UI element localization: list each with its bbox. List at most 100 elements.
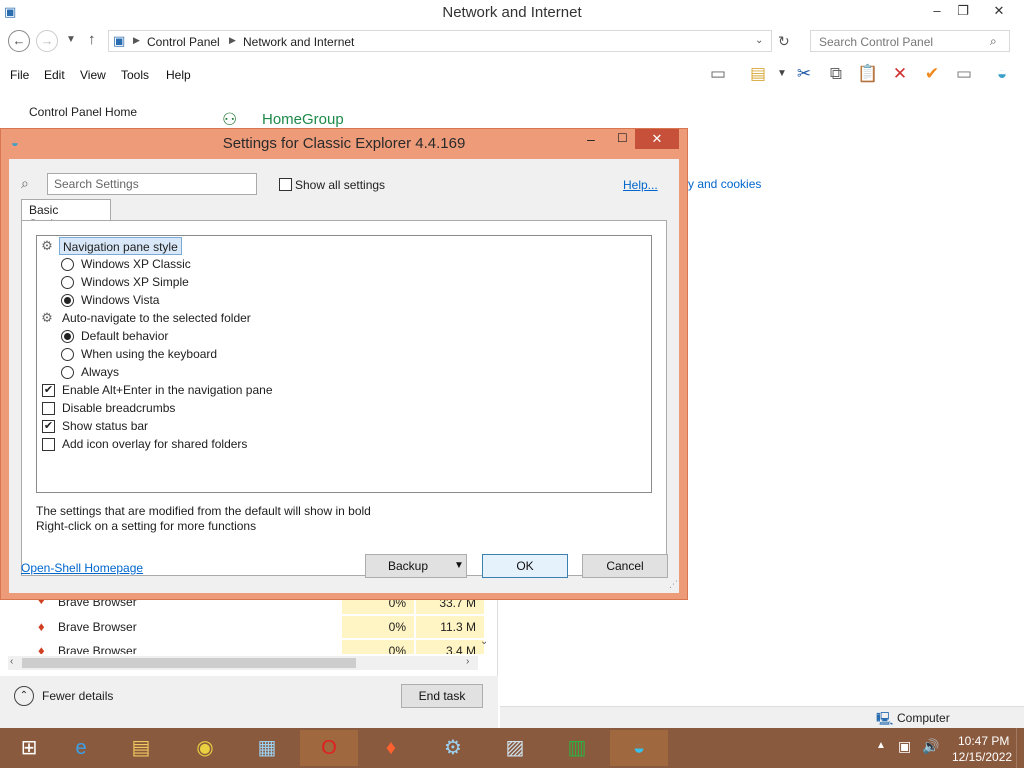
- show-desktop-button[interactable]: [1016, 728, 1024, 768]
- search-settings-input[interactable]: Search Settings: [47, 173, 257, 195]
- info-text-line2: Right-click on a setting for more functi…: [36, 519, 257, 533]
- vista-radio[interactable]: [61, 294, 74, 307]
- scroll-right-icon[interactable]: ›: [466, 656, 469, 667]
- recent-pages-chevron-icon[interactable]: ▼: [66, 34, 76, 45]
- search-input[interactable]: Search Control Panel: [810, 30, 1010, 52]
- address-bar: ← → ▼ ↑ ▣ ▶ Control Panel ▶ Network and …: [0, 28, 1024, 56]
- network-settings-icon[interactable]: ⚙: [424, 730, 482, 766]
- forward-button[interactable]: →: [36, 30, 58, 52]
- breadcrumb-control-panel[interactable]: Control Panel: [147, 35, 220, 49]
- breadcrumb-separator-icon: ▶: [229, 35, 236, 45]
- backup-dropdown-icon[interactable]: ▼: [454, 555, 464, 577]
- status-bar: 🖳 Computer: [500, 706, 1024, 728]
- keyboard-label: When using the keyboard: [81, 347, 218, 361]
- copy-icon[interactable]: ⧉: [824, 62, 848, 86]
- always-radio[interactable]: [61, 366, 74, 379]
- control-panel-home-link[interactable]: Control Panel Home: [29, 105, 137, 119]
- tab-basic-settings[interactable]: Basic Settings: [21, 199, 111, 231]
- cookies-link[interactable]: y and cookies: [688, 177, 761, 191]
- options-dropdown-chevron-icon[interactable]: ▼: [770, 62, 794, 86]
- search-icon[interactable]: ⌕: [990, 34, 997, 49]
- paste-icon[interactable]: 📋: [856, 62, 880, 86]
- settings-gear-icon: ⚙: [41, 310, 53, 325]
- table-row[interactable]: ♦ Brave Browser 0% 11.3 M: [8, 616, 488, 638]
- xp-classic-radio[interactable]: [61, 258, 74, 271]
- classic-shell-icon[interactable]: ◒: [610, 730, 668, 766]
- backup-button[interactable]: Backup ▼: [365, 554, 467, 578]
- menu-view[interactable]: View: [80, 68, 106, 82]
- menu-help[interactable]: Help: [166, 68, 191, 82]
- store-icon[interactable]: ▥: [548, 730, 606, 766]
- info-text-line1: The settings that are modified from the …: [36, 504, 371, 518]
- address-dropdown-chevron-icon[interactable]: ⌄: [755, 35, 763, 46]
- menu-edit[interactable]: Edit: [44, 68, 65, 82]
- menu-file[interactable]: File: [10, 68, 29, 82]
- settings-list: ⚙ Navigation pane style Windows XP Class…: [36, 235, 652, 493]
- cancel-button[interactable]: Cancel: [582, 554, 668, 578]
- nav-pane-style-item[interactable]: Navigation pane style: [59, 237, 182, 255]
- menu-tools[interactable]: Tools: [121, 68, 149, 82]
- default-behavior-label: Default behavior: [81, 329, 169, 343]
- cpu-value: 0%: [342, 640, 414, 654]
- minimize-button[interactable]: –: [587, 131, 595, 147]
- up-arrow-icon[interactable]: ↑: [88, 31, 96, 48]
- close-button[interactable]: ✕: [984, 0, 1014, 22]
- opera-icon[interactable]: O: [300, 730, 358, 766]
- end-task-button[interactable]: End task: [401, 684, 483, 708]
- open-shell-homepage-link[interactable]: Open-Shell Homepage: [21, 561, 143, 575]
- maximize-button[interactable]: ☐: [617, 131, 628, 145]
- task-manager-footer: ⌃ Fewer details End task: [0, 676, 498, 728]
- task-manager-icon[interactable]: ▨: [486, 730, 544, 766]
- show-status-bar-checkbox[interactable]: ✔: [42, 420, 55, 433]
- clock-date[interactable]: 12/15/2022: [952, 750, 1012, 764]
- back-button[interactable]: ←: [8, 30, 30, 52]
- scroll-down-chevron-icon[interactable]: ⌄: [480, 636, 488, 647]
- process-name: Brave Browser: [58, 644, 137, 654]
- folder-options-icon[interactable]: ▤: [746, 62, 770, 86]
- cut-icon[interactable]: ✂: [792, 62, 816, 86]
- scroll-left-icon[interactable]: ‹: [10, 656, 13, 667]
- checkmark-icon[interactable]: ✔: [920, 62, 944, 86]
- alt-enter-checkbox[interactable]: ✔: [42, 384, 55, 397]
- properties-icon[interactable]: ▭: [952, 62, 976, 86]
- chrome-icon[interactable]: ◉: [176, 730, 234, 766]
- default-behavior-radio[interactable]: [61, 330, 74, 343]
- file-explorer-icon[interactable]: ▤: [112, 730, 170, 766]
- preview-pane-icon[interactable]: ▭: [706, 62, 730, 86]
- keyboard-radio[interactable]: [61, 348, 74, 361]
- restore-button[interactable]: ❐: [948, 0, 978, 22]
- breadcrumb-network[interactable]: Network and Internet: [243, 35, 354, 49]
- scrollbar-thumb[interactable]: [22, 658, 356, 668]
- volume-icon[interactable]: 🔊: [922, 738, 939, 755]
- tray-expand-chevron-icon[interactable]: ▲: [876, 740, 886, 751]
- icon-overlay-label: Add icon overlay for shared folders: [62, 437, 248, 451]
- control-panel-icon[interactable]: ▦: [238, 730, 296, 766]
- address-box[interactable]: ▣ ▶ Control Panel ▶ Network and Internet…: [108, 30, 772, 52]
- auto-navigate-item[interactable]: Auto-navigate to the selected folder: [62, 309, 251, 327]
- table-row[interactable]: ♦ Brave Browser 0% 3.4 M: [8, 640, 488, 654]
- close-button[interactable]: ✕: [635, 129, 679, 149]
- refresh-icon[interactable]: ↻: [778, 33, 790, 50]
- delete-icon[interactable]: ✕: [888, 62, 912, 86]
- collapse-chevron-icon[interactable]: ⌃: [14, 686, 34, 706]
- show-all-label: Show all settings: [295, 178, 386, 192]
- xp-simple-radio[interactable]: [61, 276, 74, 289]
- disable-breadcrumbs-checkbox[interactable]: [42, 402, 55, 415]
- start-button-windows-icon[interactable]: ⊞: [0, 730, 58, 766]
- horizontal-scrollbar[interactable]: ‹ ›: [8, 656, 478, 670]
- ok-button[interactable]: OK: [482, 554, 568, 578]
- internet-explorer-icon[interactable]: e: [52, 730, 110, 766]
- shell-icon[interactable]: ◒: [990, 62, 1014, 86]
- homegroup-link[interactable]: HomeGroup: [262, 111, 344, 128]
- brave-icon: ♦: [38, 643, 45, 654]
- network-icon[interactable]: ▣: [898, 738, 911, 755]
- show-all-checkbox[interactable]: [279, 178, 292, 191]
- control-panel-icon: ▣: [113, 33, 126, 48]
- resize-grip-icon[interactable]: ⋰: [669, 579, 678, 590]
- fewer-details-link[interactable]: Fewer details: [42, 689, 113, 703]
- memory-value: 11.3 M: [416, 616, 484, 638]
- brave-icon[interactable]: ♦: [362, 730, 420, 766]
- clock-time[interactable]: 10:47 PM: [958, 734, 1009, 748]
- help-link[interactable]: Help...: [623, 178, 658, 192]
- icon-overlay-checkbox[interactable]: [42, 438, 55, 451]
